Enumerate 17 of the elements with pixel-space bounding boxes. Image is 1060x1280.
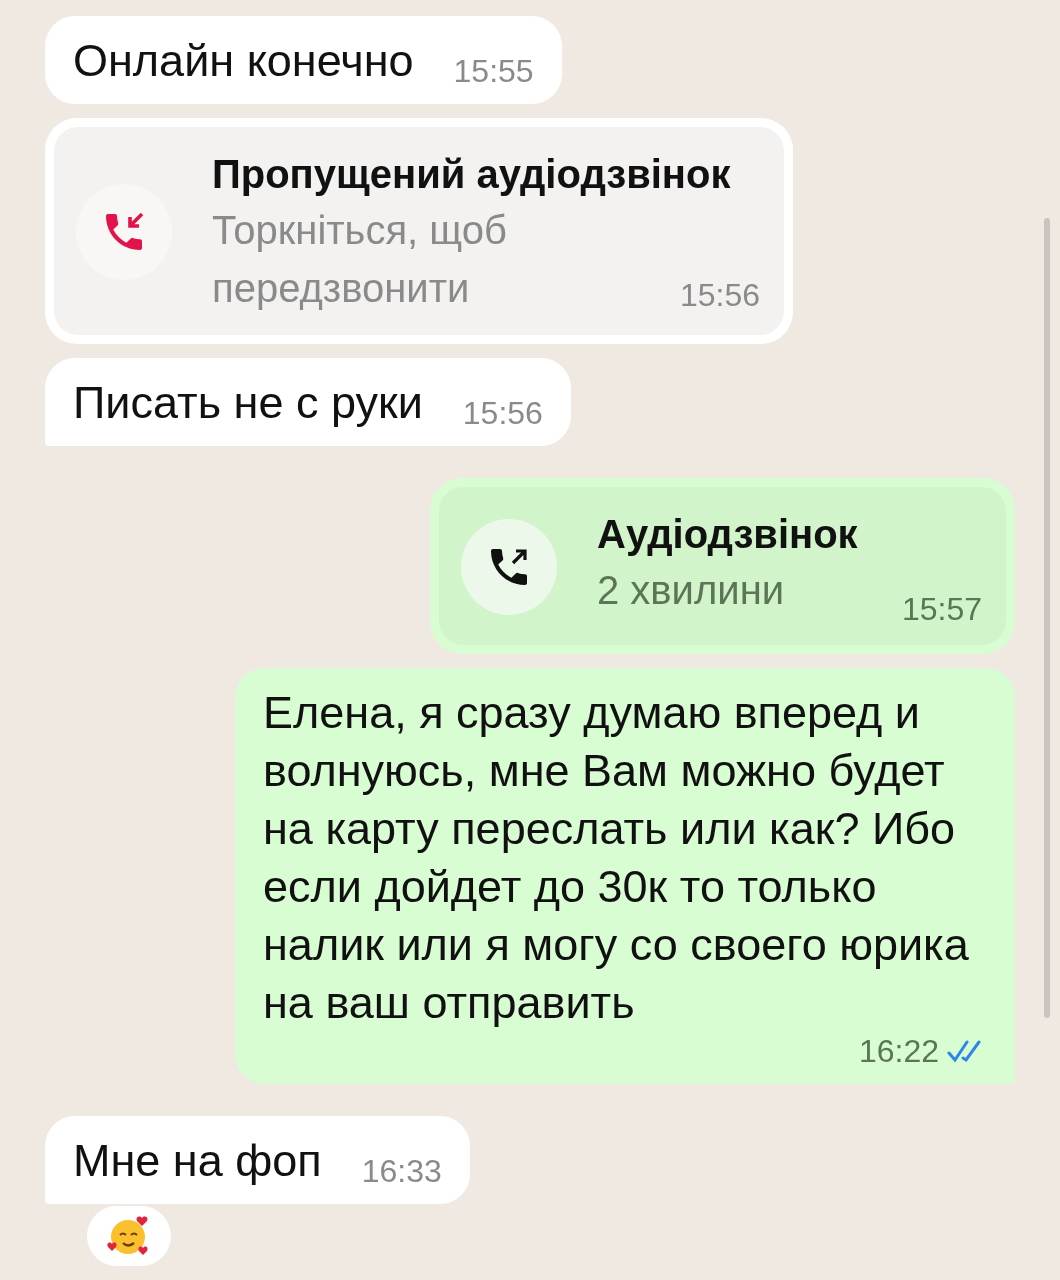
message-time: 15:56 (679, 277, 760, 313)
call-bubble[interactable]: Аудіодзвінок 2 хвилини 15:57 (430, 478, 1015, 654)
call-title: Аудіодзвінок (597, 511, 859, 558)
call-bubble[interactable]: Пропущений аудіодзвінок Торкніться, щоб передзвонити 15:56 (45, 118, 793, 344)
message-time: 15:56 (462, 394, 543, 432)
message-text: Елена, я сразу думаю вперед и волнуюсь, мне Вам можно будет на карту переслать или как? Ибо если дойдет до 30к то только налик или я могу со своего юрика на ваш отправить (263, 686, 970, 1030)
call-subtitle: 2 хвилини (597, 568, 785, 612)
call-title: Пропущений аудіодзвінок (212, 151, 732, 198)
scroll-bar[interactable] (1044, 218, 1050, 1018)
message-time: 16:22 (858, 1032, 939, 1070)
message-time: 15:55 (453, 52, 534, 90)
message-text: Писать не с руки (73, 376, 423, 430)
message-text: Мне на фоп (73, 1134, 322, 1188)
message-time: 16:33 (361, 1152, 442, 1190)
call-subtitle: Торкніться, щоб передзвонити (212, 208, 507, 310)
message-time: 15:57 (901, 591, 982, 627)
message-text: Онлайн конечно (73, 34, 414, 88)
